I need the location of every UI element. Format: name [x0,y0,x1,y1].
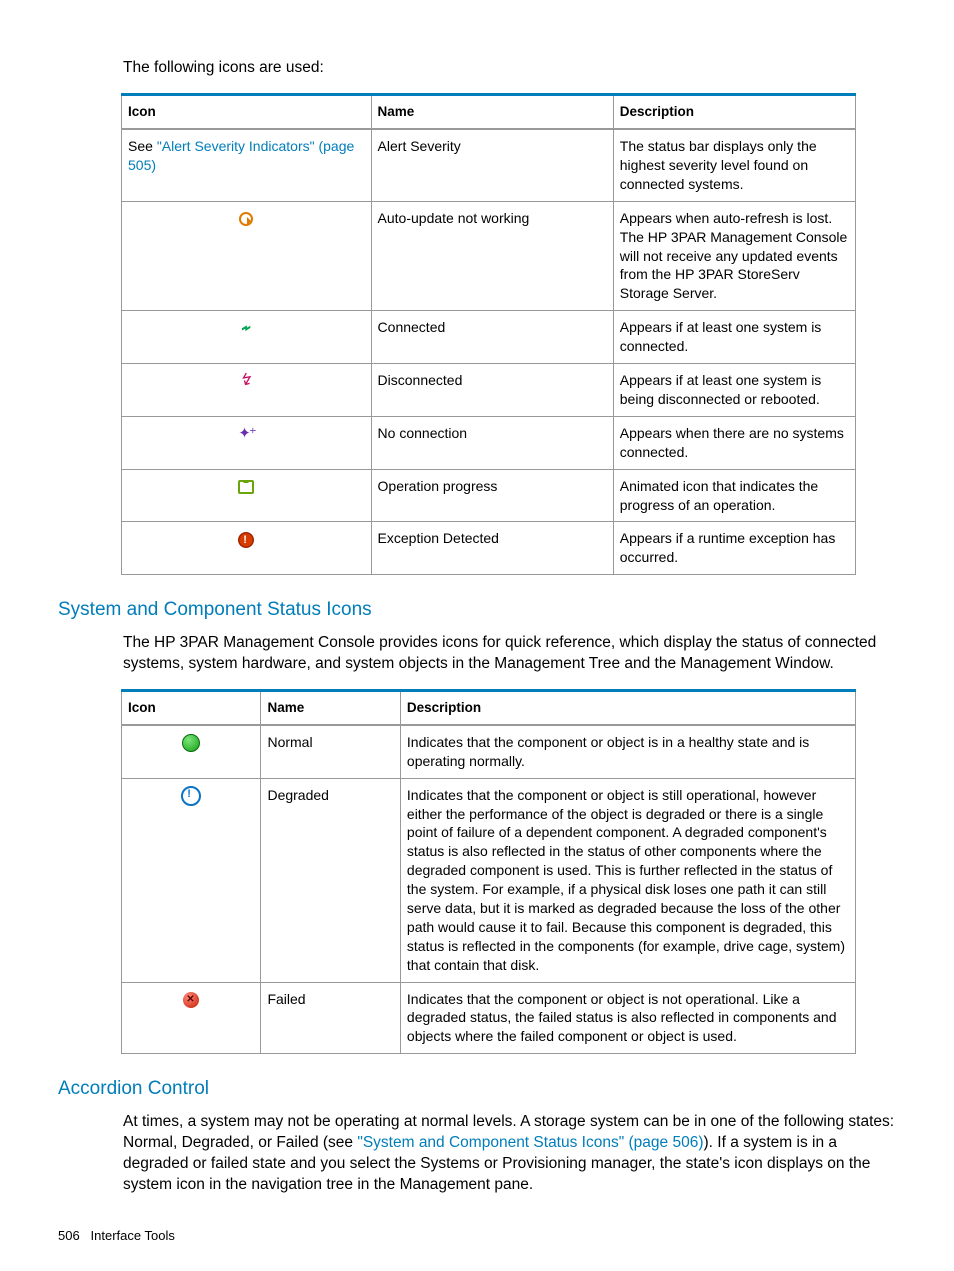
cell-name: Auto-update not working [371,201,613,310]
operation-progress-icon [238,480,254,494]
disconnected-icon [238,373,254,389]
col-name: Name [371,94,613,129]
table-row: Degraded Indicates that the component or… [122,778,856,982]
col-name: Name [261,690,400,725]
cell-name: Operation progress [371,469,613,522]
page-number: 506 [58,1228,80,1243]
cell-desc: Indicates that the component or object i… [400,725,855,778]
intro-text: The following icons are used: [123,58,896,79]
cell-desc: Appears if at least one system is connec… [613,311,855,364]
exception-detected-icon [238,532,254,548]
failed-icon [183,992,199,1008]
cell-desc: Appears when there are no systems connec… [613,416,855,469]
table-row: No connection Appears when there are no … [122,416,856,469]
connected-icon [238,321,254,337]
page-footer: 506 Interface Tools [58,1227,175,1245]
col-description: Description [400,690,855,725]
cell-desc: Animated icon that indicates the progres… [613,469,855,522]
footer-label: Interface Tools [91,1228,175,1243]
cell-name: Connected [371,311,613,364]
section2-para: At times, a system may not be operating … [123,1112,896,1196]
see-prefix: See [128,138,157,154]
cell-name: Exception Detected [371,522,613,575]
cell-name: Failed [261,982,400,1054]
table-row: Disconnected Appears if at least one sys… [122,364,856,417]
table-row: Exception Detected Appears if a runtime … [122,522,856,575]
cell-name: No connection [371,416,613,469]
degraded-icon [181,786,201,806]
cell-desc: Appears if at least one system is being … [613,364,855,417]
icons-table-1: Icon Name Description See "Alert Severit… [121,93,856,575]
col-description: Description [613,94,855,129]
heading-accordion-control: Accordion Control [58,1076,896,1102]
table-row: Operation progress Animated icon that in… [122,469,856,522]
section1-para: The HP 3PAR Management Console provides … [123,633,896,675]
cell-name: Alert Severity [371,129,613,201]
heading-system-component-status-icons: System and Component Status Icons [58,597,896,623]
cell-name: Degraded [261,778,400,982]
table-row: Connected Appears if at least one system… [122,311,856,364]
col-icon: Icon [122,94,372,129]
cell-name: Normal [261,725,400,778]
auto-update-icon [238,211,254,227]
table-row: Auto-update not working Appears when aut… [122,201,856,310]
system-component-status-icons-link[interactable]: "System and Component Status Icons" (pag… [357,1134,703,1151]
table-row: Failed Indicates that the component or o… [122,982,856,1054]
cell-name: Disconnected [371,364,613,417]
table-row: See "Alert Severity Indicators" (page 50… [122,129,856,201]
cell-desc: Appears when auto-refresh is lost. The H… [613,201,855,310]
cell-desc: Appears if a runtime exception has occur… [613,522,855,575]
normal-icon [182,734,200,752]
icons-table-2: Icon Name Description Normal Indicates t… [121,689,856,1055]
cell-desc: The status bar displays only the highest… [613,129,855,201]
no-connection-icon [238,426,254,442]
cell-desc: Indicates that the component or object i… [400,982,855,1054]
alert-severity-link[interactable]: "Alert Severity Indicators" (page 505) [128,138,354,173]
table-row: Normal Indicates that the component or o… [122,725,856,778]
col-icon: Icon [122,690,261,725]
cell-desc: Indicates that the component or object i… [400,778,855,982]
